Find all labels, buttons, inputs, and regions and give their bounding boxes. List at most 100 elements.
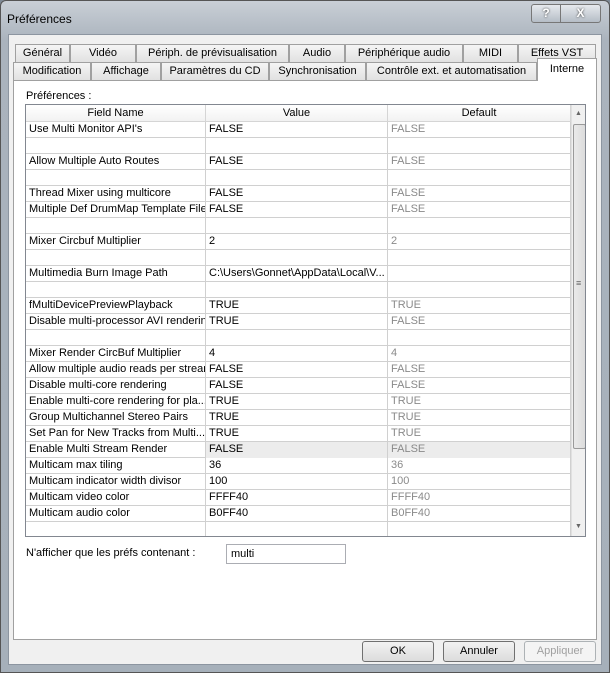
- field-name-cell: Thread Mixer using multicore: [26, 186, 206, 202]
- field-name-cell: Use Multi Monitor API's: [26, 122, 206, 138]
- table-row[interactable]: Disable multi-core rendering FALSE FALSE: [26, 378, 571, 394]
- field-name-cell: Multicam indicator width divisor: [26, 474, 206, 490]
- tab-vide-o[interactable]: Vidéo: [70, 44, 136, 62]
- value-cell[interactable]: FALSE: [206, 202, 388, 218]
- field-name-cell: Multicam audio color: [26, 506, 206, 522]
- cancel-button[interactable]: Annuler: [443, 641, 515, 662]
- field-name-cell: fMultiDevicePreviewPlayback: [26, 298, 206, 314]
- close-button[interactable]: X: [560, 4, 601, 23]
- table-row[interactable]: fMultiDevicePreviewPlayback TRUE TRUE: [26, 298, 571, 314]
- table-row[interactable]: Allow multiple audio reads per stream FAL…: [26, 362, 571, 378]
- tab-ge-ne-ral[interactable]: Général: [15, 44, 70, 62]
- column-header-field-name[interactable]: Field Name: [26, 105, 206, 122]
- table-row[interactable]: Disable multi-processor AVI rendering TRU…: [26, 314, 571, 330]
- tab-synchronisation[interactable]: Synchronisation: [269, 62, 366, 80]
- value-cell[interactable]: 2: [206, 234, 388, 250]
- field-name-cell: Set Pan for New Tracks from Multi...: [26, 426, 206, 442]
- scroll-down-arrow-icon[interactable]: ▼: [575, 523, 582, 530]
- table-row[interactable]: Allow Multiple Auto Routes FALSE FALSE: [26, 154, 571, 170]
- tab-pe-riphe-rique-audio[interactable]: Périphérique audio: [345, 44, 463, 62]
- field-name-cell: [26, 138, 206, 154]
- table-row[interactable]: [26, 218, 571, 234]
- field-name-cell: Enable Multi Stream Render: [26, 442, 206, 458]
- tab-pe-riph-de-pre-visualisation[interactable]: Périph. de prévisualisation: [136, 44, 289, 62]
- filter-input[interactable]: multi: [226, 544, 346, 564]
- table-row[interactable]: Thread Mixer using multicore FALSE FALSE: [26, 186, 571, 202]
- field-name-cell: [26, 282, 206, 298]
- column-header-value[interactable]: Value: [206, 105, 388, 122]
- default-cell: TRUE: [388, 426, 571, 442]
- column-header-default[interactable]: Default: [388, 105, 571, 122]
- help-button[interactable]: ?: [531, 4, 561, 23]
- value-cell[interactable]: FALSE: [206, 186, 388, 202]
- table-row[interactable]: Mixer Circbuf Multiplier 2 2: [26, 234, 571, 250]
- tab-audio[interactable]: Audio: [289, 44, 345, 62]
- table-row[interactable]: Mixer Render CircBuf Multiplier 4 4: [26, 346, 571, 362]
- value-cell[interactable]: [206, 282, 388, 298]
- value-cell[interactable]: TRUE: [206, 298, 388, 314]
- value-cell[interactable]: FALSE: [206, 378, 388, 394]
- table-row[interactable]: Use Multi Monitor API's FALSE FALSE: [26, 122, 571, 138]
- default-cell: [388, 138, 571, 154]
- default-cell: [388, 218, 571, 234]
- default-cell: FALSE: [388, 202, 571, 218]
- field-name-cell: [26, 250, 206, 266]
- vertical-scrollbar[interactable]: ▲ ≡ ▼: [571, 105, 585, 536]
- value-cell[interactable]: [206, 522, 388, 536]
- ok-button[interactable]: OK: [362, 641, 434, 662]
- tab-modification[interactable]: Modification: [13, 62, 91, 80]
- default-cell: TRUE: [388, 298, 571, 314]
- tab-parame-tres-du-cd[interactable]: Paramètres du CD: [161, 62, 269, 80]
- table-row[interactable]: [26, 282, 571, 298]
- value-cell[interactable]: FFFF40: [206, 490, 388, 506]
- table-row[interactable]: Multicam max tiling 36 36: [26, 458, 571, 474]
- tab-contro-le-ext-et-automatisation[interactable]: Contrôle ext. et automatisation: [366, 62, 537, 80]
- table-row[interactable]: [26, 170, 571, 186]
- value-cell[interactable]: FALSE: [206, 122, 388, 138]
- value-cell[interactable]: C:\Users\Gonnet\AppData\Local\V...: [206, 266, 388, 282]
- value-cell[interactable]: FALSE: [206, 154, 388, 170]
- value-cell[interactable]: 36: [206, 458, 388, 474]
- table-row[interactable]: [26, 250, 571, 266]
- table-row[interactable]: Enable Multi Stream Render FALSE FALSE: [26, 442, 571, 458]
- scroll-up-arrow-icon[interactable]: ▲: [575, 110, 582, 117]
- default-cell: TRUE: [388, 394, 571, 410]
- table-row[interactable]: Multiple Def DrumMap Template Files FALSE…: [26, 202, 571, 218]
- table-row[interactable]: Set Pan for New Tracks from Multi... TRUE…: [26, 426, 571, 442]
- table-row[interactable]: Multimedia Burn Image Path C:\Users\Gonne…: [26, 266, 571, 282]
- value-cell[interactable]: [206, 330, 388, 346]
- tab-interne[interactable]: Interne: [537, 58, 597, 81]
- value-cell[interactable]: [206, 250, 388, 266]
- table-row[interactable]: Enable multi-core rendering for pla... TR…: [26, 394, 571, 410]
- value-cell[interactable]: [206, 218, 388, 234]
- scrollbar-thumb[interactable]: ≡: [573, 124, 585, 449]
- table-row[interactable]: Group Multichannel Stereo Pairs TRUE TRUE: [26, 410, 571, 426]
- value-cell[interactable]: TRUE: [206, 426, 388, 442]
- preferences-table: Field Name Value Default Use Multi Monit…: [25, 104, 586, 537]
- table-row[interactable]: Multicam video color FFFF40 FFFF40: [26, 490, 571, 506]
- value-cell[interactable]: 4: [206, 346, 388, 362]
- default-cell: [388, 522, 571, 536]
- value-cell[interactable]: FALSE: [206, 362, 388, 378]
- tab-midi[interactable]: MIDI: [463, 44, 518, 62]
- table-row[interactable]: [26, 138, 571, 154]
- table-row[interactable]: Multicam indicator width divisor 100 100: [26, 474, 571, 490]
- value-cell[interactable]: TRUE: [206, 314, 388, 330]
- default-cell: [388, 170, 571, 186]
- value-cell[interactable]: TRUE: [206, 394, 388, 410]
- value-cell[interactable]: 100: [206, 474, 388, 490]
- value-cell[interactable]: FALSE: [206, 442, 388, 458]
- apply-button[interactable]: Appliquer: [524, 641, 596, 662]
- field-name-cell: Multimedia Burn Image Path: [26, 266, 206, 282]
- default-cell: FALSE: [388, 442, 571, 458]
- default-cell: FALSE: [388, 378, 571, 394]
- table-row[interactable]: [26, 330, 571, 346]
- table-row[interactable]: [26, 522, 571, 536]
- value-cell[interactable]: B0FF40: [206, 506, 388, 522]
- value-cell[interactable]: [206, 138, 388, 154]
- value-cell[interactable]: TRUE: [206, 410, 388, 426]
- table-row[interactable]: Multicam audio color B0FF40 B0FF40: [26, 506, 571, 522]
- value-cell[interactable]: [206, 170, 388, 186]
- field-name-cell: Allow multiple audio reads per stream: [26, 362, 206, 378]
- tab-affichage[interactable]: Affichage: [91, 62, 161, 80]
